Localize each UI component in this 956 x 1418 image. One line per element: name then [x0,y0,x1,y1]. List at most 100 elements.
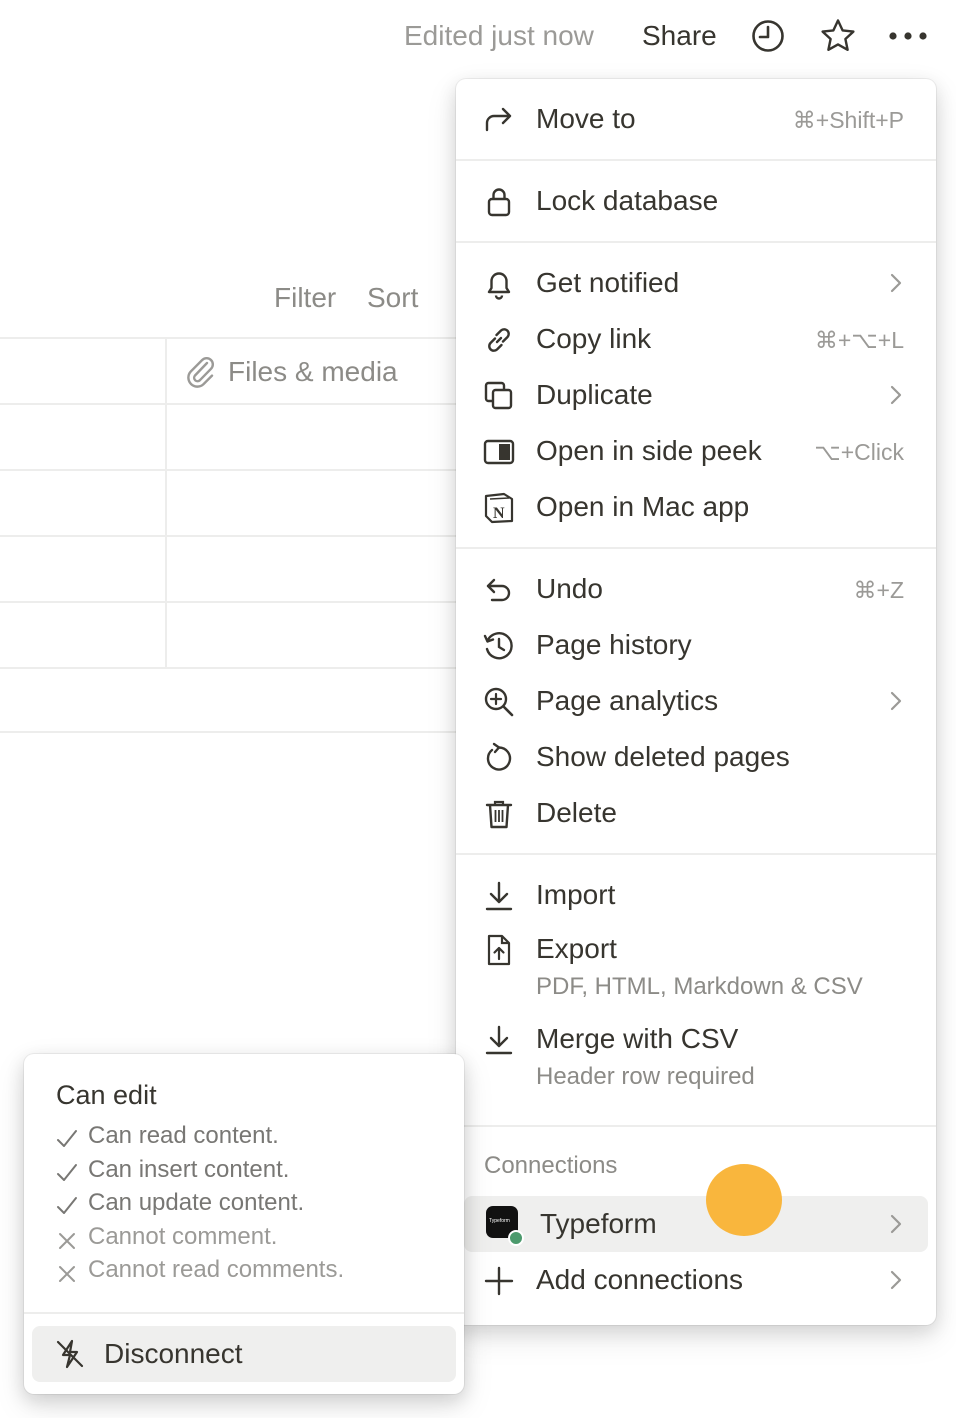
page-options-menu: Move to ⌘+Shift+P Lock database Get noti… [456,79,936,1325]
menu-label: Typeform [540,1208,657,1239]
menu-item-import[interactable]: Import [456,867,936,923]
permission-level-title: Can edit [56,1080,157,1110]
arrow-turn-right-icon [482,103,516,137]
menu-item-export[interactable]: Export PDF, HTML, Markdown & CSV [456,921,936,1007]
menu-label: Open in side peek [536,435,762,466]
cursor-indicator [706,1164,782,1236]
bell-icon [482,267,516,301]
table-border [0,731,470,733]
side-peek-icon [482,435,516,469]
menu-label: Copy link [536,323,652,354]
undo-icon [482,573,516,607]
analytics-magnifier-icon [482,685,516,719]
menu-label: Merge with CSV [536,1023,739,1054]
check-icon [54,1193,80,1219]
menu-sublabel: Header row required [536,1063,755,1090]
menu-item-page-analytics[interactable]: Page analytics [456,673,936,729]
permission-item: Cannot read comments. [54,1254,454,1288]
table-border [0,403,470,405]
chevron-right-icon [886,689,906,713]
trash-icon [482,797,516,831]
sort-button[interactable]: Sort [367,280,418,316]
menu-label: Get notified [536,267,680,298]
column-header-files[interactable]: Files & media [228,354,398,390]
menu-sublabel: PDF, HTML, Markdown & CSV [536,973,863,1000]
filter-button[interactable]: Filter [274,280,336,316]
menu-item-page-history[interactable]: Page history [456,617,936,673]
menu-item-move-to[interactable]: Move to ⌘+Shift+P [456,91,936,147]
menu-item-open-mac-app[interactable]: N Open in Mac app [456,479,936,535]
menu-label: Import [536,879,616,910]
menu-divider [456,159,936,161]
disconnect-button[interactable]: Disconnect [32,1326,456,1382]
menu-item-lock-database[interactable]: Lock database [456,173,936,229]
cross-icon [54,1227,80,1253]
menu-divider [456,853,936,855]
connection-permissions-popover: Can edit Can read content. Can insert co… [24,1054,464,1394]
shortcut: ⌘+Shift+P [792,107,904,133]
svg-text:N: N [493,505,505,522]
menu-label: Add connections [536,1264,744,1295]
history-icon [482,629,516,663]
shortcut: ⌥+Click [814,439,904,465]
disconnect-label: Disconnect [104,1338,243,1369]
permission-item: Can read content. [54,1120,454,1154]
plus-icon [482,1264,516,1298]
table-border [0,601,470,603]
restore-icon [482,741,516,775]
chevron-right-icon [886,383,906,407]
clock-icon[interactable] [748,16,788,56]
chevron-right-icon [886,1268,906,1292]
duplicate-icon [482,379,516,413]
permission-item: Can insert content. [54,1154,454,1188]
menu-label: Export [536,933,617,964]
table-column-divider [165,337,167,669]
download-arrow-icon [482,879,516,913]
permission-item: Can update content. [54,1187,454,1221]
menu-item-show-deleted-pages[interactable]: Show deleted pages [456,729,936,785]
menu-item-duplicate[interactable]: Duplicate [456,367,936,423]
menu-label: Show deleted pages [536,741,790,772]
menu-divider [456,241,936,243]
table-border [0,469,470,471]
menu-label: Lock database [536,185,719,216]
table-border [0,337,470,339]
shortcut: ⌘+Z [853,577,904,603]
menu-item-delete[interactable]: Delete [456,785,936,841]
menu-item-typeform[interactable]: Typeform Typeform [456,1196,936,1252]
lock-icon [482,185,516,219]
menu-label: Open in Mac app [536,491,750,522]
connected-status-dot [508,1230,524,1246]
link-icon [482,323,516,357]
merge-arrow-icon [482,1023,516,1057]
menu-label: Page history [536,629,692,660]
share-button[interactable]: Share [642,18,717,54]
table-border [0,535,470,537]
menu-divider [456,547,936,549]
table-border [0,667,470,669]
paperclip-icon [184,354,216,388]
menu-item-add-connections[interactable]: Add connections [456,1252,936,1308]
edited-status: Edited just now [404,20,594,51]
check-icon [54,1126,80,1152]
menu-label: Page analytics [536,685,719,716]
menu-item-open-side-peek[interactable]: Open in side peek ⌥+Click [456,423,936,479]
menu-label: Move to [536,103,636,134]
menu-item-get-notified[interactable]: Get notified [456,255,936,311]
more-icon[interactable] [888,16,928,56]
menu-item-copy-link[interactable]: Copy link ⌘+⌥+L [456,311,936,367]
menu-item-undo[interactable]: Undo ⌘+Z [456,561,936,617]
unplug-icon [54,1338,86,1370]
notion-app-icon: N [482,491,516,525]
menu-label: Delete [536,797,617,828]
chevron-right-icon [886,271,906,295]
star-icon[interactable] [818,16,858,56]
menu-label: Undo [536,573,603,604]
menu-label: Duplicate [536,379,653,410]
menu-item-merge-csv[interactable]: Merge with CSV Header row required [456,1011,936,1097]
connections-heading: Connections [484,1152,618,1179]
shortcut: ⌘+⌥+L [814,327,904,353]
chevron-right-icon [886,1212,906,1236]
menu-divider [456,1125,936,1127]
export-file-icon [482,933,516,967]
